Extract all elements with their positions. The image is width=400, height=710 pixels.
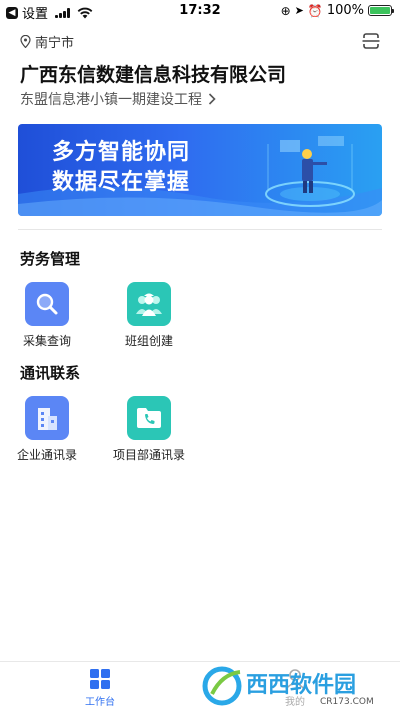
location-arrow-icon: ➤ [294, 4, 304, 17]
site-watermark: 西西软件园 CR173.COM [202, 666, 374, 707]
team-icon [127, 282, 171, 326]
battery-percent: 100% [326, 3, 364, 18]
tile-label: 项目部通讯录 [112, 448, 185, 462]
watermark-site: CR173.COM [320, 697, 374, 707]
status-right: ⊕ ➤ ⏰ 100% [280, 3, 394, 18]
tile-enterprise-contacts[interactable]: 企业通讯录 [2, 396, 92, 463]
watermark-brand: 西西软件园 [246, 672, 356, 698]
section-title-contacts: 通讯联系 [20, 364, 81, 382]
tab-label: 工作台 [85, 697, 115, 708]
banner-line-2: 数据尽在掌握 [52, 170, 191, 195]
alarm-icon: ⏰ [307, 3, 323, 18]
building-icon [25, 396, 69, 440]
tile-collection-query[interactable]: 采集查询 [2, 282, 92, 349]
pin-icon [20, 35, 31, 48]
location-selector[interactable]: 南宁市 [20, 32, 74, 51]
search-icon [25, 282, 69, 326]
scan-icon[interactable] [362, 33, 380, 49]
chevron-right-icon [208, 93, 216, 105]
company-name: 广西东信数建信息科技有限公司 [20, 64, 287, 86]
tile-label: 采集查询 [22, 334, 71, 348]
divider [18, 229, 382, 230]
location-label: 南宁市 [35, 36, 75, 51]
status-bar: ◀ 设置 17:32 ⊕ ➤ ⏰ 100% [0, 0, 400, 22]
tile-team-create[interactable]: 班组创建 [104, 282, 194, 349]
project-name: 东盟信息港小镇一期建设工程 [20, 92, 202, 108]
tile-label: 班组创建 [124, 334, 173, 348]
folder-phone-icon [127, 396, 171, 440]
banner-line-1: 多方智能协同 [52, 140, 191, 165]
battery-icon [368, 5, 394, 16]
tile-label: 企业通讯录 [16, 448, 77, 462]
grid-icon [90, 669, 110, 689]
project-selector[interactable]: 东盟信息港小镇一期建设工程 [20, 89, 216, 109]
tile-project-contacts[interactable]: 项目部通讯录 [104, 396, 194, 463]
promo-banner[interactable]: 多方智能协同 数据尽在掌握 [18, 124, 382, 216]
tab-workbench[interactable]: 工作台 [60, 668, 140, 708]
lock-rotation-icon: ⊕ [280, 3, 291, 18]
section-title-labor: 劳务管理 [20, 250, 81, 268]
banner-text: 多方智能协同 数据尽在掌握 [52, 138, 190, 198]
